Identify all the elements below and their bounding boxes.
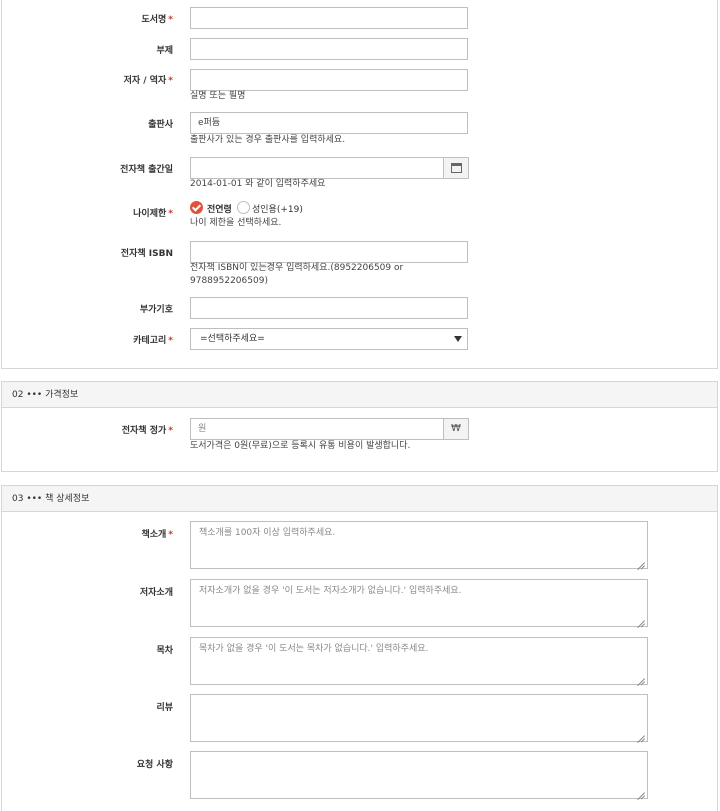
price-label: 전자책 정가 *: [121, 426, 173, 436]
resize-handle-icon[interactable]: [637, 558, 645, 566]
subtitle-label: 부제: [156, 46, 173, 56]
toc-label: 목차: [156, 646, 173, 656]
author-help: 실명 또는 필명: [190, 91, 246, 101]
publisher-help: 출판사가 있는 경우 출판사를 입력하세요.: [190, 135, 346, 145]
price-help: 도서가격은 0원(무료)으로 등록시 유통 비용이 발생합니다.: [190, 441, 411, 451]
pubdate-input[interactable]: [190, 157, 444, 179]
isbn-help-line1: 전자책 ISBN이 있는경우 입력하세요.(8952206509 or: [190, 263, 404, 273]
publisher-label: 출판사: [148, 120, 173, 130]
calendar-icon: [451, 163, 462, 173]
won-icon: ₩: [451, 423, 461, 434]
resize-handle-icon[interactable]: [637, 674, 645, 682]
category-label: 카테고리 *: [133, 336, 173, 346]
intro-placeholder: 책소개를 100자 이상 입력하주세요.: [199, 528, 336, 538]
isbn-input[interactable]: [190, 241, 468, 263]
intro-label: 책소개 *: [141, 530, 173, 540]
radio-all-ages[interactable]: [190, 201, 203, 214]
isbn-label: 전자책 ISBN: [120, 249, 173, 259]
author-intro-textarea[interactable]: 저자소개가 없을 경우 '이 도서는 저자소개가 없습니다.' 입력하주세요.: [190, 579, 648, 627]
toc-placeholder: 목차가 없을 경우 '이 도서는 목차가 없습니다.' 입력하주세요.: [199, 644, 429, 654]
age-help: 나이 제한을 선택하세요.: [190, 218, 282, 228]
request-label: 요청 사항: [136, 760, 173, 770]
review-label: 리뷰: [156, 703, 173, 713]
author-label: 저자 / 역자 *: [123, 76, 173, 86]
category-select[interactable]: =선택하주세요=: [190, 328, 468, 350]
publisher-input[interactable]: e퍼듐: [190, 112, 468, 134]
resize-handle-icon[interactable]: [637, 616, 645, 624]
request-textarea[interactable]: [190, 751, 648, 799]
author-input[interactable]: [190, 69, 468, 91]
isbn-help-line2: 9788952206509): [190, 276, 268, 286]
pubdate-label: 전자책 출간일: [120, 165, 173, 175]
subtitle-input[interactable]: [190, 38, 468, 60]
chevron-down-icon: [454, 336, 462, 342]
calendar-button[interactable]: [443, 157, 469, 179]
review-textarea[interactable]: [190, 694, 648, 742]
radio-adult-label[interactable]: 성인용(+19): [252, 202, 303, 215]
title-label: 도서명 *: [141, 15, 173, 25]
author-intro-label: 저자소개: [139, 588, 173, 598]
toc-textarea[interactable]: 목차가 없을 경우 '이 도서는 목차가 없습니다.' 입력하주세요.: [190, 637, 648, 685]
resize-handle-icon[interactable]: [637, 731, 645, 739]
radio-adult[interactable]: [237, 201, 250, 214]
category-selected: =선택하주세요=: [200, 334, 265, 344]
title-input[interactable]: [190, 7, 468, 29]
age-label: 나이제한 *: [133, 209, 173, 219]
author-intro-placeholder: 저자소개가 없을 경우 '이 도서는 저자소개가 없습니다.' 입력하주세요.: [199, 586, 462, 596]
section-header-details: 03 ••• 책 상세정보: [1, 485, 718, 511]
intro-textarea[interactable]: 책소개를 100자 이상 입력하주세요.: [190, 521, 648, 569]
price-input[interactable]: 원: [190, 418, 444, 440]
currency-addon: ₩: [443, 418, 469, 440]
radio-all-ages-label[interactable]: 전연령: [207, 202, 232, 215]
resize-handle-icon[interactable]: [637, 788, 645, 796]
extra-code-input[interactable]: [190, 297, 468, 319]
extra-code-label: 부가기호: [139, 305, 173, 315]
section-header-price: 02 ••• 가격정보: [1, 381, 718, 407]
pubdate-help: 2014-01-01 와 같이 입력하주세요: [190, 179, 326, 189]
